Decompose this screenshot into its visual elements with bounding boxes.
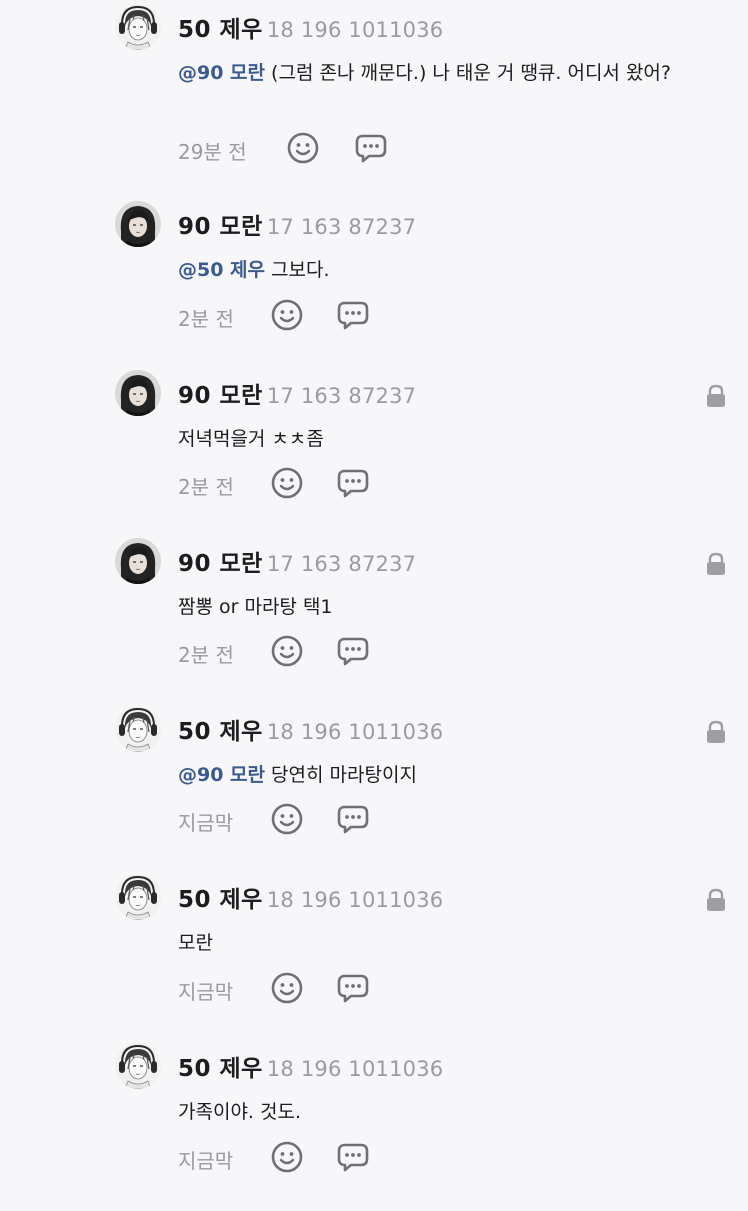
author-name[interactable]: 90 모란 [178, 383, 263, 409]
author-line: 90 모란 17 163 87237 [178, 376, 416, 410]
author-line: 50 제우 18 196 1011036 [178, 1049, 443, 1083]
comment-body: 모란 [178, 932, 213, 954]
comment-text: 짬뽕 or 마라탕 택1 [178, 591, 723, 624]
smiley-icon[interactable] [286, 131, 320, 165]
author-meta: 18 196 1011036 [266, 888, 444, 912]
comment-text: @90 모란 (그럼 존나 깨문다.) 나 태운 거 땡큐. 어디서 왔어? [178, 57, 723, 90]
comment-item: 50 제우 18 196 1011036 모란지금막 [0, 874, 748, 1042]
chat-bubble-icon[interactable] [336, 298, 370, 332]
chat-bubble-icon[interactable] [354, 131, 388, 165]
avatar-jewoo[interactable] [115, 706, 161, 752]
lock-icon [705, 552, 727, 576]
author-line: 90 모란 17 163 87237 [178, 544, 416, 578]
author-name[interactable]: 90 모란 [178, 214, 263, 240]
author-name[interactable]: 50 제우 [178, 1056, 263, 1082]
timestamp: 29분 전 [178, 140, 247, 164]
smiley-icon[interactable] [270, 634, 304, 668]
smiley-icon[interactable] [270, 466, 304, 500]
timestamp: 지금막 [178, 811, 234, 835]
author-line: 50 제우 18 196 1011036 [178, 880, 443, 914]
chat-bubble-icon[interactable] [336, 802, 370, 836]
mention-link[interactable]: @50 제우 [178, 259, 265, 281]
smiley-icon[interactable] [270, 802, 304, 836]
comment-footer: 2분 전 [178, 466, 578, 502]
comment-text: 저녁먹을거 ㅊㅊ좀 [178, 423, 723, 456]
author-name[interactable]: 50 제우 [178, 719, 263, 745]
avatar-jewoo[interactable] [115, 1043, 161, 1089]
comment-text: 가족이야. 것도. [178, 1096, 723, 1129]
comment-footer: 2분 전 [178, 298, 578, 334]
comment-item: 50 제우 18 196 1011036 @90 모란 (그럼 존나 깨문다.) 나… [0, 4, 748, 172]
smiley-icon[interactable] [270, 971, 304, 1005]
smiley-icon[interactable] [270, 1140, 304, 1174]
chat-bubble-icon[interactable] [336, 971, 370, 1005]
author-meta: 17 163 87237 [266, 552, 417, 576]
comment-footer: 지금막 [178, 1140, 578, 1176]
chat-bubble-icon[interactable] [336, 1140, 370, 1174]
comment-item: 50 제우 18 196 1011036 가족이야. 것도. 지금막 [0, 1043, 748, 1211]
comment-body: 당연히 마라탕이지 [265, 764, 417, 786]
comment-footer: 29분 전 [178, 131, 578, 167]
timestamp: 2분 전 [178, 307, 234, 331]
comment-text: @50 제우 그보다. [178, 254, 723, 287]
author-name[interactable]: 50 제우 [178, 887, 263, 913]
author-line: 50 제우 18 196 1011036 [178, 712, 443, 746]
avatar-jewoo[interactable] [115, 4, 161, 50]
avatar-jewoo[interactable] [115, 874, 161, 920]
comment-text: @90 모란 당연히 마라탕이지 [178, 759, 723, 792]
comment-item: 50 제우 18 196 1011036 @90 모란 당연히 마라탕이지 지금막 [0, 706, 748, 874]
timestamp: 2분 전 [178, 475, 234, 499]
author-meta: 18 196 1011036 [266, 720, 444, 744]
comment-footer: 지금막 [178, 971, 578, 1007]
timestamp: 2분 전 [178, 643, 234, 667]
author-meta: 17 163 87237 [266, 215, 417, 239]
avatar-moran[interactable] [115, 370, 161, 416]
lock-icon [705, 384, 727, 408]
comment-body: (그럼 존나 깨문다.) 나 태운 거 땡큐. 어디서 왔어? [265, 62, 672, 84]
comment-body: 저녁먹을거 ㅊㅊ좀 [178, 428, 324, 450]
comment-text: 모란 [178, 927, 723, 960]
lock-icon [705, 888, 727, 912]
author-meta: 17 163 87237 [266, 384, 417, 408]
avatar-moran[interactable] [115, 538, 161, 584]
comment-body: 그보다. [265, 259, 330, 281]
comment-item: 90 모란 17 163 87237 @50 제우 그보다. 2분 전 [0, 201, 748, 369]
comment-body: 짬뽕 or 마라탕 택1 [178, 596, 333, 618]
comment-body: 가족이야. 것도. [178, 1101, 301, 1123]
mention-link[interactable]: @90 모란 [178, 764, 265, 786]
avatar-moran[interactable] [115, 201, 161, 247]
lock-icon [705, 720, 727, 744]
timestamp: 지금막 [178, 1149, 234, 1173]
chat-bubble-icon[interactable] [336, 634, 370, 668]
author-line: 90 모란 17 163 87237 [178, 207, 416, 241]
author-name[interactable]: 50 제우 [178, 17, 263, 43]
timestamp: 지금막 [178, 980, 234, 1004]
comment-item: 90 모란 17 163 87237 저녁먹을거 ㅊㅊ좀 2분 전 [0, 370, 748, 538]
comment-item: 90 모란 17 163 87237 짬뽕 or 마라탕 택1 2분 전 [0, 538, 748, 706]
chat-bubble-icon[interactable] [336, 466, 370, 500]
author-meta: 18 196 1011036 [266, 18, 444, 42]
mention-link[interactable]: @90 모란 [178, 62, 265, 84]
comment-footer: 2분 전 [178, 634, 578, 670]
author-line: 50 제우 18 196 1011036 [178, 10, 443, 44]
smiley-icon[interactable] [270, 298, 304, 332]
comment-footer: 지금막 [178, 802, 578, 838]
author-meta: 18 196 1011036 [266, 1057, 444, 1081]
author-name[interactable]: 90 모란 [178, 551, 263, 577]
